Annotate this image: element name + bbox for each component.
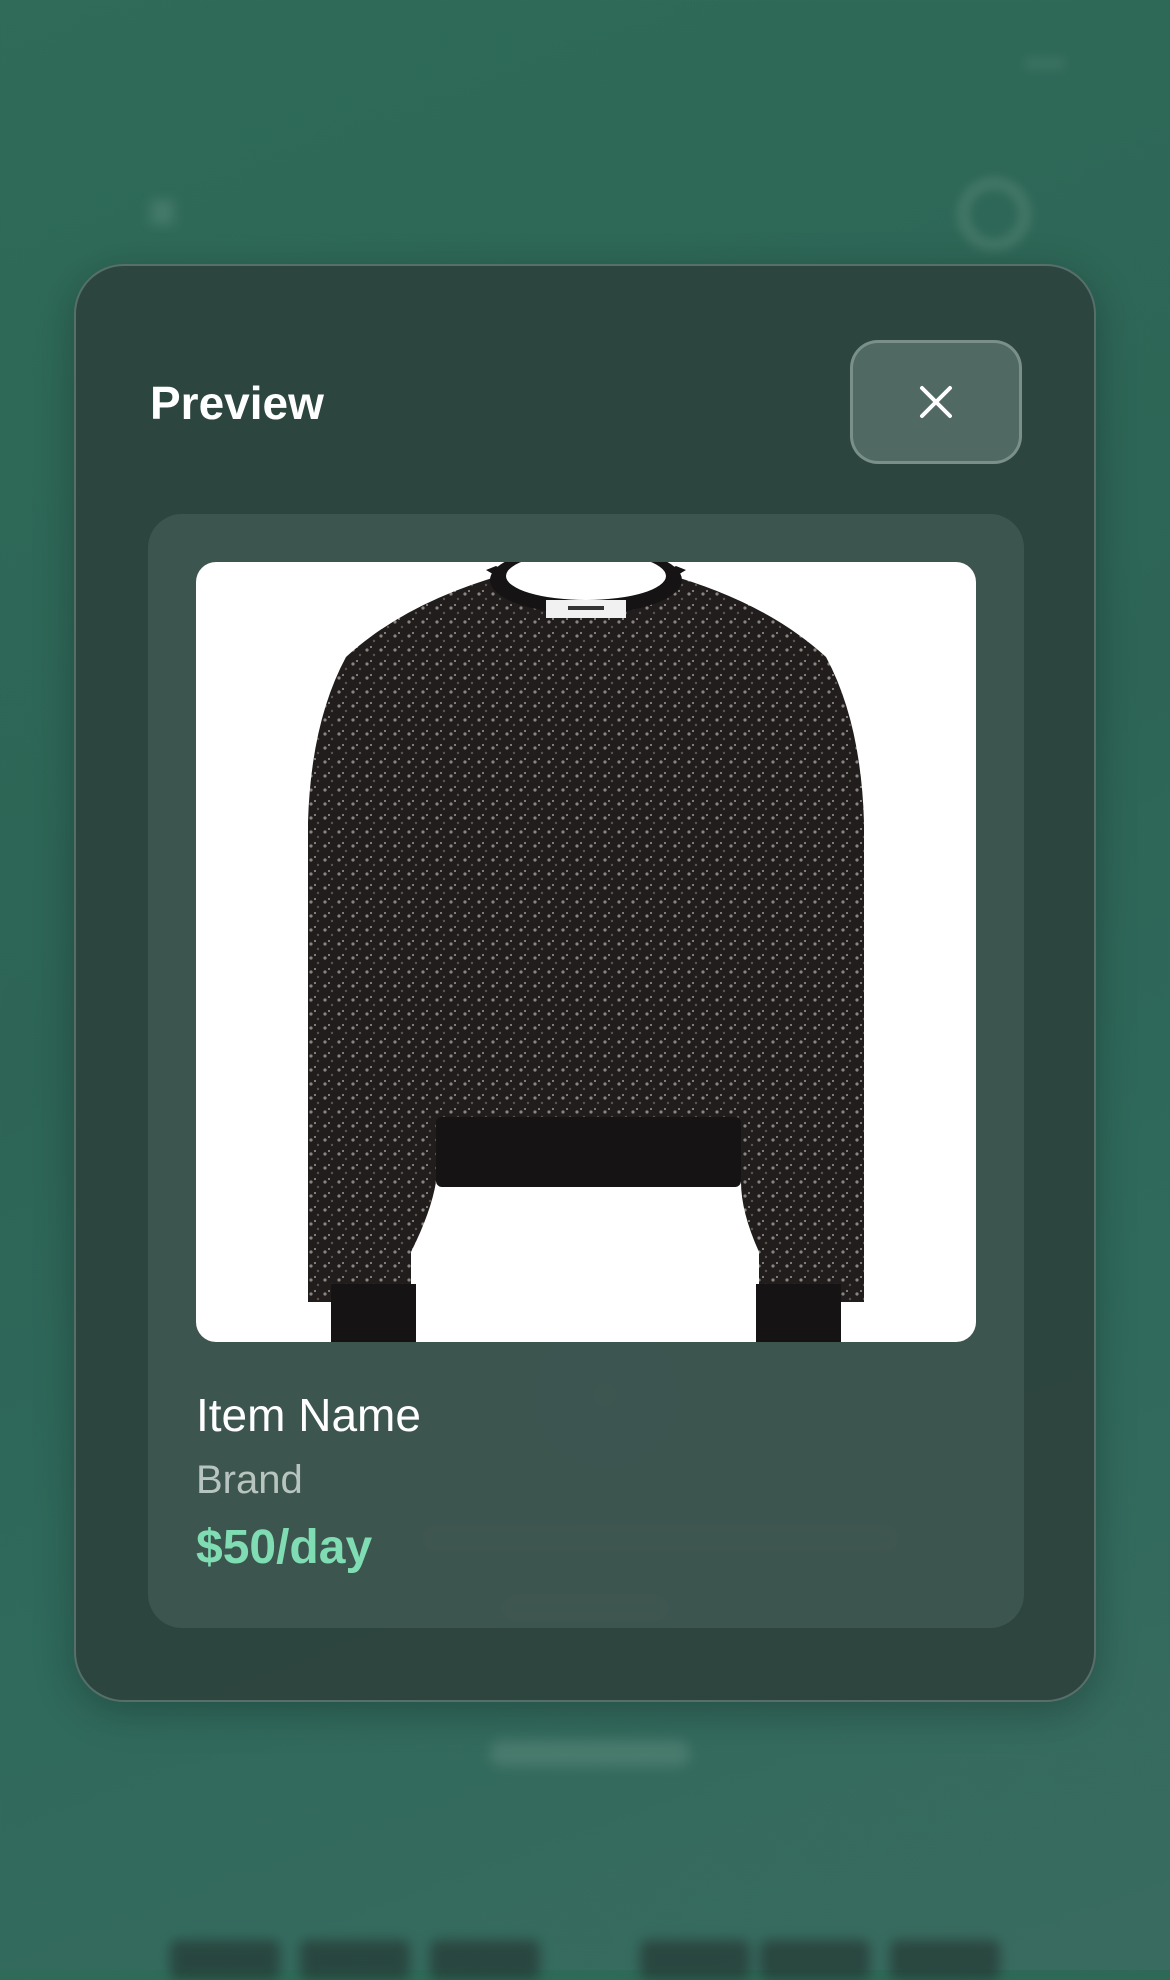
background-text-line	[490, 1740, 690, 1766]
background-tab	[300, 1940, 410, 1980]
item-brand: Brand	[196, 1458, 303, 1502]
background-tab	[170, 1940, 280, 1980]
preview-modal: Preview Item Name Brand $50/day	[74, 264, 1096, 1702]
sequin-sweater-image	[308, 562, 864, 1342]
item-price: $50/day	[196, 1521, 373, 1574]
background-status-icon: ⋯	[1025, 41, 1065, 85]
close-button[interactable]	[850, 340, 1022, 464]
modal-title: Preview	[150, 377, 324, 429]
background-tab	[890, 1940, 1000, 1980]
item-preview-card: Item Name Brand $50/day	[148, 514, 1024, 1628]
product-image	[196, 562, 976, 1342]
background-menu-icon: ≡	[148, 186, 177, 239]
close-icon	[920, 386, 952, 418]
background-tab	[430, 1940, 540, 1980]
background-tab	[640, 1940, 750, 1980]
background-search-icon	[960, 180, 1028, 248]
item-name: Item Name	[196, 1389, 421, 1441]
background-tab	[760, 1940, 870, 1980]
